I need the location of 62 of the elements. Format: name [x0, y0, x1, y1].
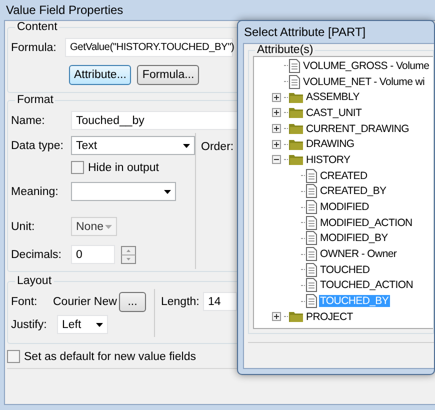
- field-label: Name:: [11, 114, 46, 126]
- checkbox[interactable]: [7, 350, 20, 363]
- tree-item[interactable]: VOLUME_GROSS - Volume: [302, 60, 430, 72]
- formula-field[interactable]: GetValue("HISTORY.TOUCHED_BY"): [65, 38, 233, 57]
- font-button[interactable]: ...: [119, 292, 146, 312]
- group-title: Layout: [16, 275, 53, 287]
- dropdown-arrow-icon: [96, 322, 103, 326]
- tree-item[interactable]: CREATED_BY: [319, 185, 388, 198]
- tree-item[interactable]: PROJECT: [305, 310, 354, 323]
- expand-icon[interactable]: [272, 312, 281, 322]
- folder-icon: [289, 107, 303, 118]
- field-label: Decimals:: [11, 248, 62, 260]
- folder-icon: [289, 123, 303, 134]
- field-label: Length:: [161, 296, 197, 308]
- expand-icon[interactable]: [272, 108, 281, 118]
- checkbox-label: Set as default for new value fields: [24, 350, 196, 362]
- window-title: Value Field Properties: [6, 3, 124, 17]
- tree-item[interactable]: ASSEMBLY: [305, 91, 360, 104]
- expand-icon[interactable]: [272, 92, 281, 102]
- tree-item[interactable]: HISTORY: [305, 154, 352, 166]
- tree-item[interactable]: CURRENT_DRAWING: [305, 122, 410, 135]
- folder-icon: [289, 154, 303, 166]
- length-field[interactable]: 14: [203, 292, 237, 311]
- expand-icon[interactable]: [272, 140, 281, 149]
- tree-item[interactable]: CREATED: [319, 170, 368, 182]
- dropdown-arrow-icon: [105, 224, 112, 228]
- decimals-field[interactable]: 0: [71, 245, 115, 264]
- tree-item[interactable]: MODIFIED: [319, 201, 370, 214]
- group-title: Content: [16, 21, 58, 33]
- expand-icon[interactable]: [272, 124, 281, 134]
- tree-item[interactable]: TOUCHED: [319, 264, 371, 276]
- collapse-icon[interactable]: [272, 155, 281, 164]
- window-title: Select Attribute [PART]: [244, 25, 366, 39]
- data-type-dropdown[interactable]: Text: [71, 136, 195, 155]
- tree-item[interactable]: TOUCHED_ACTION: [319, 279, 414, 292]
- tree-item[interactable]: VOLUME_NET - Volume wi: [302, 76, 426, 88]
- field-label: Formula:: [11, 42, 58, 54]
- group-title: Attribute(s): [256, 44, 314, 56]
- checkbox-label: Hide in output: [88, 162, 159, 174]
- dropdown-arrow-icon: [183, 144, 190, 148]
- checkbox[interactable]: [71, 161, 84, 174]
- spinner-icon[interactable]: [121, 246, 136, 264]
- tree-item[interactable]: MODIFIED_ACTION: [319, 216, 414, 229]
- dialog-button[interactable]: Attribute...: [69, 65, 132, 85]
- group-title: Format: [16, 94, 54, 106]
- tree-item[interactable]: MODIFIED_BY: [319, 232, 389, 244]
- dialog-button[interactable]: Formula...: [137, 65, 200, 85]
- folder-icon: [289, 92, 303, 103]
- field-label: Data type:: [11, 140, 64, 152]
- folder-icon: [289, 311, 303, 322]
- field-label: Justify:: [11, 318, 48, 330]
- field-label: Order:: [201, 141, 234, 153]
- name-field[interactable]: Touched__by: [71, 111, 239, 130]
- field-label: Meaning:: [11, 186, 60, 198]
- field-label: Font:: [11, 296, 38, 308]
- folder-icon: [289, 138, 303, 150]
- field-label: Unit:: [11, 220, 36, 232]
- justify-dropdown[interactable]: Left: [57, 315, 108, 334]
- tree-item[interactable]: OWNER - Owner: [319, 248, 398, 260]
- tree-item[interactable]: DRAWING: [305, 138, 356, 150]
- dropdown-arrow-icon: [164, 190, 171, 194]
- tree-item[interactable]: CAST_UNIT: [305, 106, 363, 119]
